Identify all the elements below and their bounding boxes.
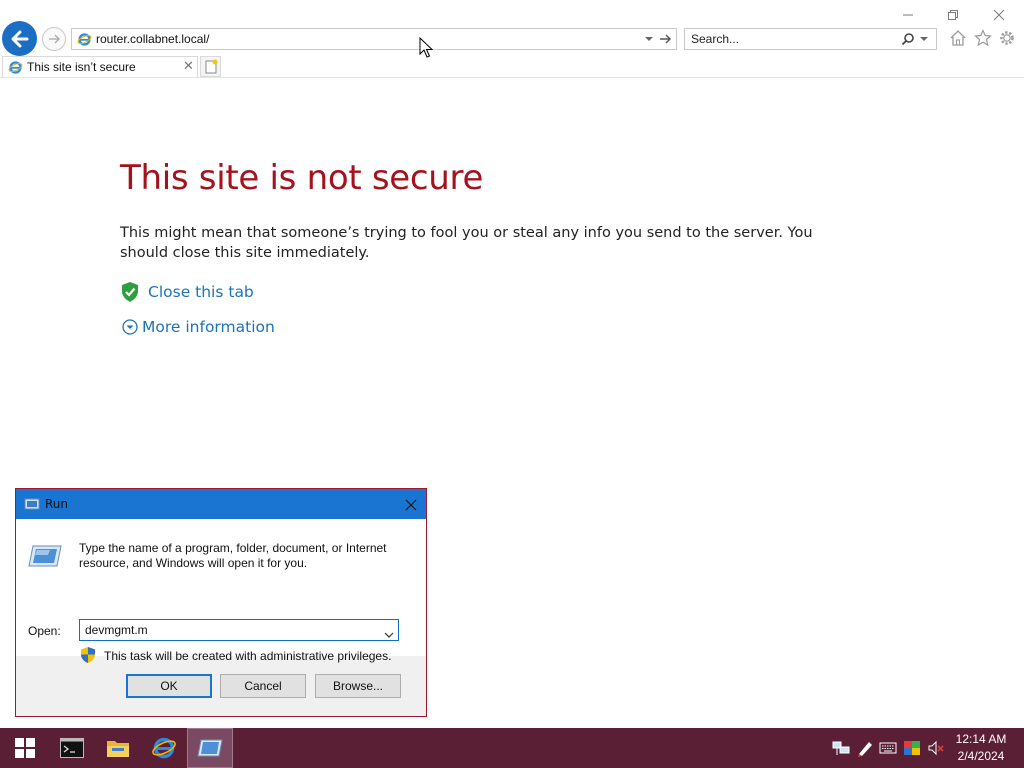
ie-favicon — [77, 33, 92, 46]
taskbar-command-prompt[interactable] — [49, 728, 95, 768]
open-combobox[interactable] — [79, 619, 399, 641]
taskbar-file-explorer[interactable] — [95, 728, 141, 768]
keyboard-icon — [879, 742, 897, 754]
browser-chrome: router.collabnet.local/ This site i — [0, 0, 1024, 80]
run-app-icon — [28, 545, 62, 567]
browse-button[interactable]: Browse... — [315, 674, 401, 698]
color-icon — [904, 741, 920, 755]
open-label: Open: — [28, 624, 61, 638]
tray-pen[interactable] — [856, 739, 874, 757]
minimize-icon[interactable] — [888, 4, 928, 26]
chrome-divider — [0, 77, 1024, 78]
dialog-close-icon[interactable] — [405, 496, 417, 515]
taskbar-internet-explorer[interactable] — [141, 728, 187, 768]
more-info-row[interactable]: More information — [122, 318, 275, 336]
combo-dropdown-icon[interactable] — [384, 625, 394, 644]
go-arrow-icon[interactable] — [658, 32, 672, 46]
network-icon — [832, 741, 850, 755]
close-tab-row[interactable]: Close this tab — [120, 281, 254, 303]
new-tab-button[interactable] — [200, 56, 221, 77]
internet-explorer-icon — [152, 737, 176, 759]
taskbar: 12:14 AM 2/4/2024 — [0, 728, 1024, 768]
command-prompt-icon — [60, 738, 84, 758]
taskbar-clock[interactable]: 12:14 AM 2/4/2024 — [950, 731, 1012, 765]
start-icon — [15, 738, 35, 758]
run-dialog-body: Type the name of a program, folder, docu… — [16, 519, 426, 663]
expand-chevron-icon — [122, 319, 138, 335]
close-tab-link[interactable]: Close this tab — [148, 283, 254, 301]
uac-shield-icon — [81, 647, 95, 663]
clock-date: 2/4/2024 — [957, 749, 1005, 763]
ie-tab-favicon — [8, 61, 23, 74]
tray-keyboard[interactable] — [879, 739, 897, 757]
mouse-cursor-icon — [419, 37, 433, 58]
run-dialog-title: Run — [45, 497, 69, 511]
run-title-icon — [24, 498, 40, 510]
search-icon[interactable] — [901, 32, 915, 46]
more-info-link[interactable]: More information — [142, 318, 275, 336]
page-title: This site is not secure — [120, 158, 484, 198]
clock-time: 12:14 AM — [955, 732, 1007, 746]
address-url[interactable]: router.collabnet.local/ — [96, 32, 209, 46]
back-icon — [11, 30, 28, 47]
tab-close-icon[interactable]: ✕ — [183, 59, 194, 74]
search-input[interactable] — [691, 31, 891, 47]
admin-privileges-note: This task will be created with administr… — [104, 649, 392, 663]
cancel-button[interactable]: Cancel — [220, 674, 306, 698]
back-button[interactable] — [2, 21, 37, 56]
start-button[interactable] — [2, 728, 48, 768]
search-box[interactable] — [684, 28, 937, 50]
pen-icon — [858, 742, 872, 757]
search-dropdown-icon[interactable] — [919, 34, 929, 44]
open-input[interactable] — [85, 622, 375, 638]
browser-tab[interactable]: This site isn’t secure ✕ — [2, 56, 198, 78]
close-icon[interactable] — [979, 4, 1019, 26]
file-explorer-icon — [107, 741, 129, 757]
dropdown-arrow-icon[interactable] — [644, 34, 654, 44]
run-dialog-titlebar[interactable]: Run — [16, 489, 426, 519]
new-tab-icon — [205, 59, 218, 74]
address-bar[interactable]: router.collabnet.local/ — [71, 28, 677, 50]
settings-gear-icon[interactable] — [998, 29, 1016, 47]
tray-volume[interactable] — [927, 739, 945, 757]
warning-message: This might mean that someone’s trying to… — [120, 225, 813, 261]
forward-button[interactable] — [42, 27, 66, 51]
ok-button[interactable]: OK — [126, 674, 212, 698]
green-shield-icon — [122, 282, 138, 302]
tray-network[interactable] — [832, 739, 850, 757]
run-icon — [197, 739, 223, 757]
run-dialog: Run Type the name of a program, folder, … — [15, 488, 427, 717]
tab-title: This site isn’t secure — [27, 60, 136, 74]
volume-muted-icon — [928, 740, 944, 756]
forward-icon — [49, 34, 60, 44]
home-icon[interactable] — [949, 29, 967, 47]
tray-color[interactable] — [903, 739, 921, 757]
run-description: Type the name of a program, folder, docu… — [79, 541, 387, 570]
favorites-star-icon[interactable] — [974, 29, 992, 47]
restore-icon[interactable] — [933, 4, 973, 26]
taskbar-run[interactable] — [187, 728, 233, 768]
